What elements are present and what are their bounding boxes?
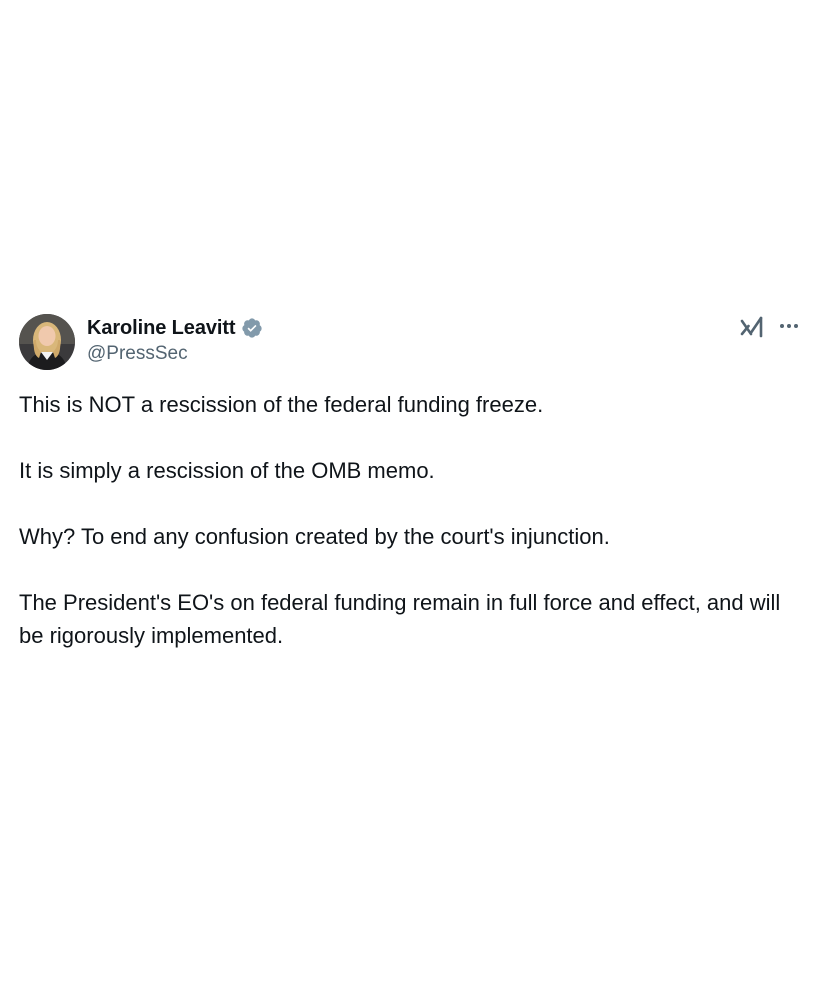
tweet-paragraph: The President's EO's on federal funding … [19, 590, 781, 648]
grok-icon[interactable] [739, 314, 765, 340]
display-name[interactable]: Karoline Leavitt [87, 317, 236, 340]
tweet-paragraph: It is simply a rescission of the OMB mem… [19, 458, 435, 483]
more-dot [794, 324, 798, 328]
avatar-image [19, 314, 75, 370]
verified-badge-icon[interactable] [241, 317, 263, 339]
author-handle[interactable]: @PressSec [87, 343, 188, 365]
more-horizontal-icon[interactable] [776, 315, 802, 337]
tweet-paragraph: Why? To end any confusion created by the… [19, 524, 610, 549]
author-name-row[interactable]: Karoline Leavitt [87, 315, 263, 341]
tweet-card: Karoline Leavitt @PressSec This is NOT a… [0, 0, 819, 1000]
more-dot [780, 324, 784, 328]
avatar[interactable] [19, 314, 75, 370]
tweet-paragraph: This is NOT a rescission of the federal … [19, 392, 544, 417]
tweet-text: This is NOT a rescission of the federal … [19, 388, 799, 652]
more-dot [787, 324, 791, 328]
